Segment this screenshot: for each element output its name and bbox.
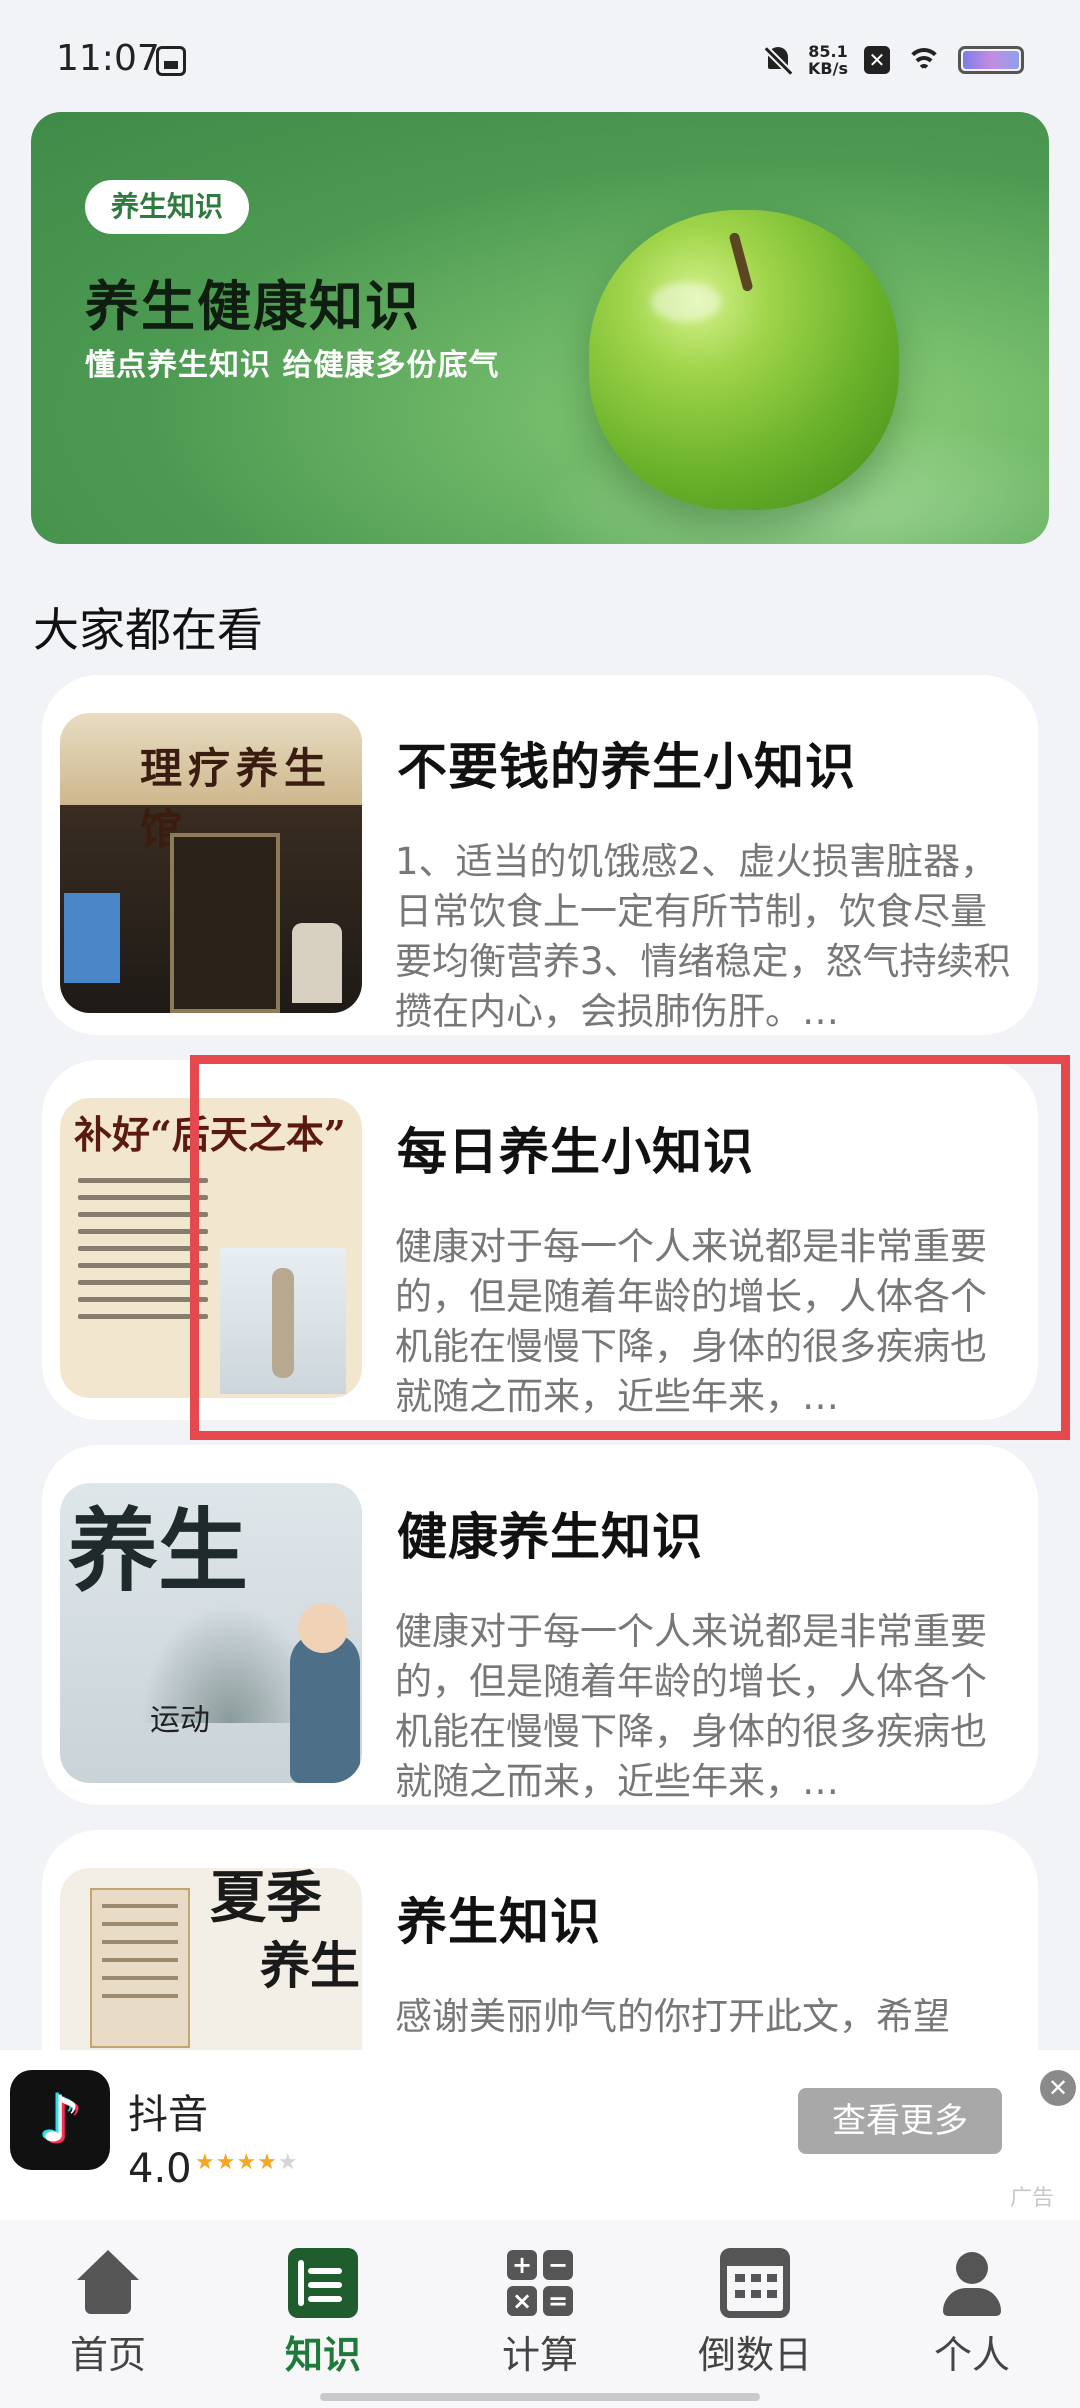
- close-ad-icon[interactable]: ✕: [1040, 2070, 1076, 2106]
- nav-label: 计算: [501, 2333, 578, 2377]
- nav-item-profile[interactable]: 个人: [892, 2248, 1052, 2379]
- nav-item-calculate[interactable]: + − × = 计算: [460, 2248, 620, 2379]
- nav-label: 个人: [933, 2333, 1010, 2377]
- ad-rating: 4.0: [128, 2146, 192, 2192]
- shop-door: [170, 833, 280, 1013]
- nav-item-countdown[interactable]: 倒数日: [675, 2248, 835, 2379]
- status-time: 11:07: [56, 38, 160, 79]
- shop-plant: [292, 923, 342, 1003]
- article-title: 养生知识: [397, 1893, 601, 1951]
- highlight-box: [190, 1055, 1070, 1440]
- article-thumbnail: 理疗养生馆: [60, 713, 362, 1013]
- cartoon-figure: [290, 1633, 360, 1783]
- net-speed-value: 85.1: [808, 42, 848, 61]
- nav-label: 倒数日: [697, 2333, 812, 2377]
- cartoon-face: [298, 1603, 348, 1653]
- section-title: 大家都在看: [33, 603, 263, 657]
- nav-label: 知识: [284, 2333, 361, 2377]
- thumbnail-calligraphy: 夏季: [210, 1868, 322, 1931]
- thumbnail-calligraphy-2: 养生: [260, 1936, 360, 1995]
- status-bar: 11:07 85.1 KB/s ✕: [0, 0, 1080, 110]
- article-description: 健康对于每一个人来说都是非常重要的，但是随着年龄的增长，人体各个机能在慢慢下降，…: [395, 1610, 987, 1803]
- hero-banner[interactable]: 养生知识 养生健康知识 懂点养生知识 给健康多份底气: [31, 112, 1049, 544]
- thumbnail-scroll: [90, 1888, 190, 2048]
- net-speed: 85.1 KB/s: [808, 43, 848, 77]
- thumbnail-caption: 运动: [150, 1703, 210, 1738]
- calculator-icon: + − × =: [505, 2248, 575, 2318]
- wifi-icon: [906, 46, 942, 74]
- notification-app-icon: [156, 46, 186, 76]
- book-icon: [288, 2248, 358, 2318]
- article-card[interactable]: 理疗养生馆 不要钱的养生小知识 1、适当的饥饿感2、虚火损害脏器，日常饮食上一定…: [42, 675, 1038, 1035]
- person-icon: [937, 2248, 1007, 2318]
- ad-app-name: 抖音: [128, 2092, 208, 2138]
- net-speed-unit: KB/s: [808, 59, 848, 78]
- star-rating-icon: ★★★★★: [195, 2150, 299, 2175]
- calendar-icon: [720, 2248, 790, 2318]
- douyin-app-icon[interactable]: ♪: [10, 2070, 110, 2170]
- bottom-navigation: 首页 知识 + − × = 计算 倒数日 个人: [0, 2220, 1080, 2408]
- stars-empty: ★: [277, 2150, 299, 2175]
- nav-label: 首页: [69, 2333, 146, 2377]
- battery-icon: [958, 46, 1024, 74]
- status-icons: 85.1 KB/s ✕: [764, 40, 1024, 80]
- ad-label: 广告: [1010, 2186, 1055, 2211]
- article-description: 1、适当的饥饿感2、虚火损害脏器，日常饮食上一定有所节制，饮食尽量要均衡营养3、…: [395, 840, 1011, 1033]
- banner-tag: 养生知识: [85, 180, 250, 234]
- article-title: 健康养生知识: [397, 1508, 703, 1566]
- nav-item-home[interactable]: 首页: [28, 2248, 188, 2379]
- nav-item-knowledge[interactable]: 知识: [243, 2248, 403, 2379]
- shop-poster: [64, 893, 120, 983]
- article-thumbnail: 养生 运动: [60, 1483, 362, 1783]
- view-more-button[interactable]: 查看更多: [798, 2088, 1002, 2154]
- thumbnail-text-lines: [78, 1178, 208, 1331]
- x-box-icon: ✕: [864, 46, 890, 74]
- banner-title: 养生健康知识: [85, 275, 421, 338]
- stars-filled: ★★★★: [195, 2150, 278, 2175]
- banner-subtitle: 懂点养生知识 给健康多份底气: [85, 348, 500, 383]
- mute-icon: [764, 45, 792, 75]
- thumbnail-calligraphy: 养生: [68, 1498, 248, 1604]
- home-icon: [73, 2248, 143, 2318]
- article-title: 不要钱的养生小知识: [397, 738, 856, 796]
- article-card[interactable]: 养生 运动 健康养生知识 健康对于每一个人来说都是非常重要的，但是随着年龄的增长…: [42, 1445, 1038, 1805]
- ad-banner[interactable]: ♪ 抖音 4.0 ★★★★★ 查看更多 ✕ 广告: [0, 2050, 1080, 2220]
- home-indicator[interactable]: [320, 2393, 760, 2401]
- apple-highlight: [651, 282, 721, 322]
